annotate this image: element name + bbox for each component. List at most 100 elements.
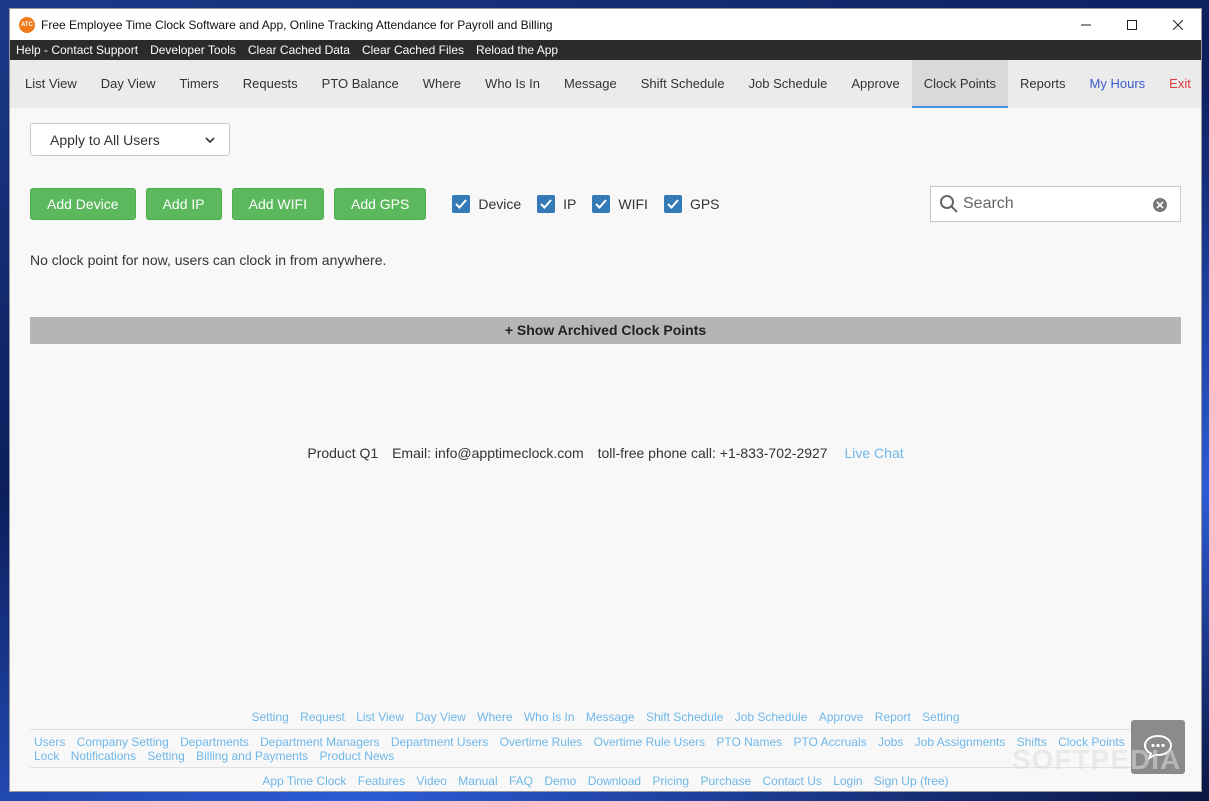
main-nav: List View Day View Timers Requests PTO B… — [10, 60, 1201, 108]
footer-link[interactable]: Login — [833, 774, 862, 788]
footer-link[interactable]: List View — [356, 710, 404, 724]
footer-link[interactable]: Users — [34, 735, 65, 749]
add-device-button[interactable]: Add Device — [30, 188, 136, 220]
footer-link[interactable]: Demo — [544, 774, 576, 788]
filter-gps-label: GPS — [689, 196, 720, 212]
nav-exit[interactable]: Exit — [1157, 60, 1201, 108]
footer-link[interactable]: Report — [875, 710, 911, 724]
window-title: Free Employee Time Clock Software and Ap… — [41, 17, 553, 32]
minimize-button[interactable] — [1063, 9, 1109, 40]
footer-divider — [30, 767, 1181, 768]
filter-wifi-checkbox[interactable]: WIFI — [592, 195, 648, 213]
checkmark-icon — [663, 195, 682, 213]
footer-link[interactable]: Billing and Payments — [196, 749, 308, 763]
footer-link[interactable]: Job Assignments — [915, 735, 1006, 749]
nav-message[interactable]: Message — [552, 60, 629, 108]
footer-link[interactable]: Departments — [180, 735, 249, 749]
footer-link[interactable]: Setting — [147, 749, 184, 763]
nav-day-view[interactable]: Day View — [89, 60, 168, 108]
nav-clock-points[interactable]: Clock Points — [911, 60, 1009, 108]
footer-link[interactable]: Video — [416, 774, 446, 788]
footer-link[interactable]: Manual — [458, 774, 497, 788]
nav-requests[interactable]: Requests — [231, 60, 310, 108]
footer-link[interactable]: Company Setting — [77, 735, 169, 749]
maximize-button[interactable] — [1109, 9, 1155, 40]
footer-link[interactable]: Approve — [819, 710, 864, 724]
footer-link[interactable]: Download — [588, 774, 641, 788]
footer-link[interactable]: Who Is In — [524, 710, 575, 724]
contact-email: Email: info@apptimeclock.com — [392, 445, 584, 461]
action-row: Add Device Add IP Add WIFI Add GPS Devic… — [30, 188, 720, 220]
clear-search-icon[interactable] — [1152, 197, 1168, 213]
filter-device-checkbox[interactable]: Device — [452, 195, 521, 213]
footer-link[interactable]: Job Schedule — [735, 710, 808, 724]
nav-who-is-in[interactable]: Who Is In — [473, 60, 552, 108]
menu-clear-cached-files[interactable]: Clear Cached Files — [362, 43, 464, 57]
footer-link[interactable]: Contact Us — [763, 774, 822, 788]
filter-ip-checkbox[interactable]: IP — [537, 195, 576, 213]
checkmark-icon — [452, 195, 471, 213]
footer-link[interactable]: PTO Accruals — [793, 735, 866, 749]
add-gps-button[interactable]: Add GPS — [333, 188, 427, 220]
footer-link[interactable]: Features — [358, 774, 405, 788]
nav-timers[interactable]: Timers — [167, 60, 230, 108]
window-controls — [1063, 9, 1201, 40]
nav-shift-schedule[interactable]: Shift Schedule — [629, 60, 737, 108]
footer-link[interactable]: Day View — [415, 710, 465, 724]
menu-help[interactable]: Help - Contact Support — [16, 43, 138, 57]
filter-device-label: Device — [478, 196, 522, 212]
search-box — [930, 186, 1181, 222]
footer-links-account: Lock Notifications Setting Billing and P… — [30, 749, 1181, 763]
footer-link[interactable]: Overtime Rule Users — [594, 735, 705, 749]
footer-link[interactable]: Notifications — [71, 749, 136, 763]
add-ip-button[interactable]: Add IP — [145, 188, 222, 220]
live-chat-link[interactable]: Live Chat — [844, 445, 903, 461]
filter-ip-label: IP — [563, 196, 577, 212]
footer-links-settings: Users Company Setting Departments Depart… — [30, 735, 1181, 749]
nav-list-view[interactable]: List View — [13, 60, 89, 108]
nav-approve[interactable]: Approve — [839, 60, 911, 108]
maximize-icon — [1127, 19, 1137, 30]
add-wifi-button[interactable]: Add WIFI — [231, 188, 324, 220]
footer-link[interactable]: Product News — [320, 749, 395, 763]
filter-wifi-label: WIFI — [618, 196, 648, 212]
footer-link[interactable]: Department Users — [391, 735, 488, 749]
footer-link[interactable]: Department Managers — [260, 735, 379, 749]
footer-link[interactable]: PTO Names — [716, 735, 782, 749]
footer-link[interactable]: Request — [300, 710, 345, 724]
contact-line: Product Q1 Email: info@apptimeclock.com … — [10, 445, 1201, 461]
footer-link[interactable]: Pricing — [652, 774, 689, 788]
footer-link[interactable]: Setting — [922, 710, 959, 724]
footer-link[interactable]: FAQ — [509, 774, 533, 788]
show-archived-toggle[interactable]: + Show Archived Clock Points — [30, 317, 1181, 344]
footer-link[interactable]: Message — [586, 710, 635, 724]
footer-link[interactable]: Setting — [251, 710, 288, 724]
menu-developer-tools[interactable]: Developer Tools — [150, 43, 236, 57]
footer-link[interactable]: Overtime Rules — [500, 735, 583, 749]
watermark: SOFTPEDIA — [1012, 744, 1182, 775]
search-input[interactable] — [963, 195, 1153, 213]
nav-my-hours[interactable]: My Hours — [1078, 60, 1158, 108]
footer-link[interactable]: Shift Schedule — [646, 710, 723, 724]
menu-clear-cached-data[interactable]: Clear Cached Data — [248, 43, 350, 57]
nav-job-schedule[interactable]: Job Schedule — [737, 60, 840, 108]
checkmark-icon — [592, 195, 611, 213]
main-content: Apply to All Users Add Device Add IP Add… — [10, 108, 1201, 791]
footer-link[interactable]: Purchase — [700, 774, 751, 788]
footer-divider — [30, 729, 1181, 730]
nav-pto-balance[interactable]: PTO Balance — [310, 60, 411, 108]
minimize-icon — [1081, 24, 1091, 25]
nav-reports[interactable]: Reports — [1008, 60, 1078, 108]
user-scope-select[interactable]: Apply to All Users — [30, 123, 230, 156]
footer-link[interactable]: Lock — [34, 749, 59, 763]
footer-link[interactable]: Sign Up (free) — [874, 774, 949, 788]
menu-reload-app[interactable]: Reload the App — [476, 43, 558, 57]
close-button[interactable] — [1155, 9, 1201, 40]
footer-link[interactable]: App Time Clock — [262, 774, 346, 788]
footer-link[interactable]: Jobs — [878, 735, 903, 749]
close-icon — [1173, 19, 1183, 30]
filter-gps-checkbox[interactable]: GPS — [663, 195, 720, 213]
nav-where[interactable]: Where — [411, 60, 473, 108]
footer-link[interactable]: Where — [477, 710, 512, 724]
menu-bar: Help - Contact Support Developer Tools C… — [10, 40, 1201, 60]
